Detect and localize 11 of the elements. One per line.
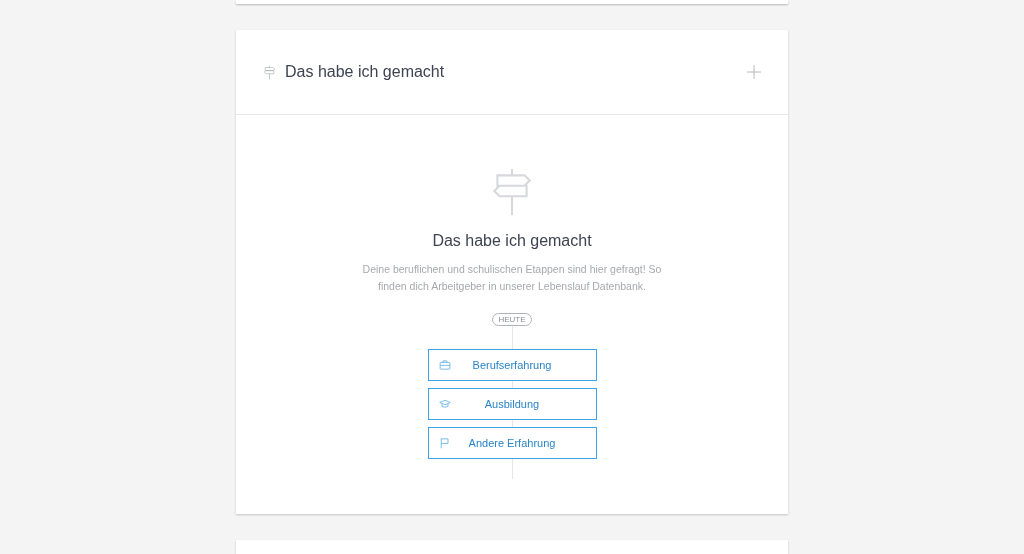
signpost-icon (262, 64, 277, 80)
empty-state-title: Das habe ich gemacht (432, 231, 592, 251)
section-title: Das habe ich gemacht (285, 62, 445, 82)
empty-state-description: Deine beruflichen und schulischen Etappen sind hier gefragt! So finden dich Arbeitgeber in unserer Lebenslauf Datenbank. (361, 262, 663, 294)
add-button[interactable] (746, 64, 762, 80)
graduation-cap-icon (438, 398, 451, 410)
add-entry-button[interactable]: Ausbildung (427, 388, 597, 420)
flag-icon (438, 437, 451, 449)
add-entry-button[interactable]: Berufserfahrung (427, 349, 597, 381)
briefcase-icon (438, 359, 451, 371)
add-entry-button[interactable]: Andere Erfahrung (427, 427, 597, 459)
